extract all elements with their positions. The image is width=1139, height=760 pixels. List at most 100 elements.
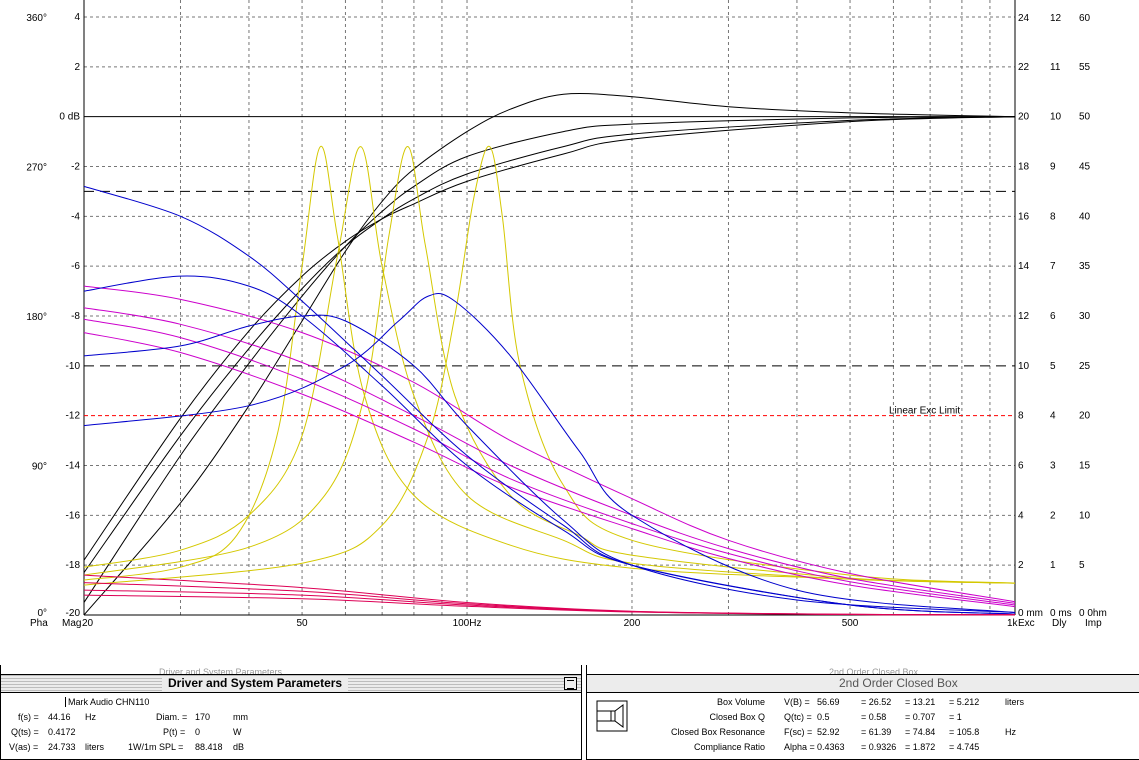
phase-curve-9 (83, 307, 1016, 604)
dly-tick-5: 7 (1050, 261, 1056, 272)
diam-label: Diam. = (156, 712, 188, 722)
driver-name-field[interactable]: Mark Audio CHN110 (65, 697, 149, 707)
dly-tick-4: 8 (1050, 211, 1056, 222)
vas-value[interactable]: 24.733 (48, 742, 76, 752)
pt-value[interactable]: 0 (195, 727, 200, 737)
dly-tick-3: 9 (1050, 162, 1056, 173)
exc-tick-6: 12 (1018, 311, 1030, 322)
fs-label: f(s) = (18, 712, 39, 722)
zoom-box-icon[interactable] (564, 677, 577, 690)
closed-box-speaker-icon (596, 700, 628, 732)
box-panel-titlebar[interactable]: 2nd Order Closed Box (587, 675, 1139, 693)
exc-tick-8: 8 (1018, 411, 1024, 422)
compliance-ratio-value-2[interactable]: = 0.9326 (861, 742, 896, 752)
pt-label: P(t) = (163, 727, 186, 737)
closed-box-resonance-value-2[interactable]: = 61.39 (861, 727, 891, 737)
qts-value[interactable]: 0.4172 (48, 727, 76, 737)
mag-tick-5: -6 (71, 261, 80, 272)
exc-tick-7: 10 (1018, 361, 1030, 372)
closed-box-resonance-value-3[interactable]: = 74.84 (905, 727, 935, 737)
magnitude-curve-1 (83, 116, 1016, 603)
excursion-curve-19 (83, 594, 1016, 616)
axis-tag-phase: Pha (30, 618, 48, 629)
impedance-curve-6 (83, 146, 1016, 584)
imp-tick-3: 45 (1079, 162, 1091, 173)
closed-box-q-value-2[interactable]: = 0.58 (861, 712, 886, 722)
driver-panel-title: Driver and System Parameters (162, 676, 349, 691)
closed-box-panel: 2nd Order Closed Box Box Volume V(B) = 5… (586, 674, 1139, 760)
exc-tick-4: 16 (1018, 211, 1030, 222)
imp-tick-9: 15 (1079, 461, 1091, 472)
delay-curve-12 (83, 314, 1016, 613)
imp-tick-0: 60 (1079, 13, 1091, 24)
frequency-response-plot[interactable]: Linear Exc Limit 4 2 0 dB -2 -4 -6 -8 -10 -12 -14 -… (0, 0, 1139, 665)
x-tick-0: 20 (82, 618, 94, 629)
closed-box-resonance-unit: Hz (1005, 727, 1016, 737)
mag-tick-7: -10 (66, 361, 81, 372)
dly-tick-11: 1 (1050, 560, 1056, 571)
dly-tick-10: 2 (1050, 510, 1056, 521)
imp-tick-7: 25 (1079, 361, 1091, 372)
delay-curve-13 (83, 293, 1016, 613)
driver-panel-titlebar[interactable]: Driver and System Parameters (1, 675, 581, 693)
mag-tick-0: 4 (74, 12, 80, 23)
dly-tick-2: 10 (1050, 112, 1062, 123)
diam-unit: mm (233, 712, 248, 722)
qts-label: Q(ts) = (11, 727, 39, 737)
closed-box-q-value-1[interactable]: 0.5 (817, 712, 830, 722)
mag-tick-9: -14 (66, 461, 81, 472)
linear-exc-limit-label: Linear Exc Limit (889, 406, 960, 417)
exc-tick-11: 2 (1018, 560, 1024, 571)
mag-tick-11: -18 (66, 560, 81, 571)
closed-box-resonance-value-1[interactable]: 52.92 (817, 727, 840, 737)
dly-tick-8: 4 (1050, 411, 1056, 422)
axis-tag-impedance: Imp (1085, 618, 1102, 629)
box-volume-value-3[interactable]: = 13.21 (905, 697, 935, 707)
x-tick-5: 1k (1007, 618, 1019, 629)
box-volume-label: Box Volume (716, 697, 765, 707)
phase-tick-3: 90° (32, 462, 47, 473)
imp-tick-10: 10 (1079, 510, 1091, 521)
axis-tag-delay: Dly (1052, 618, 1066, 629)
diam-value[interactable]: 170 (195, 712, 210, 722)
mag-tick-8: -12 (66, 411, 81, 422)
dly-tick-1: 11 (1050, 62, 1061, 73)
vas-label: V(as) = (9, 742, 39, 752)
phase-tick-0: 360° (26, 13, 47, 24)
exc-tick-5: 14 (1018, 261, 1030, 272)
compliance-ratio-value-4[interactable]: = 4.745 (949, 742, 979, 752)
dly-tick-0: 12 (1050, 13, 1062, 24)
pt-unit: W (233, 727, 242, 737)
closed-box-resonance-value-4[interactable]: = 105.8 (949, 727, 979, 737)
x-tick-3: 200 (624, 618, 641, 629)
x-tick-4: 500 (842, 618, 859, 629)
compliance-ratio-value-3[interactable]: = 1.872 (905, 742, 935, 752)
box-volume-sym: V(B) = (784, 697, 810, 707)
mag-tick-6: -8 (71, 311, 80, 322)
spl-unit: dB (233, 742, 245, 752)
imp-tick-8: 20 (1079, 411, 1091, 422)
phase-tick-2: 180° (26, 312, 47, 323)
fs-unit: Hz (85, 712, 96, 722)
spl-value[interactable]: 88.418 (195, 742, 223, 752)
exc-tick-3: 18 (1018, 162, 1030, 173)
closed-box-q-value-3[interactable]: = 0.707 (905, 712, 935, 722)
box-volume-value-1[interactable]: 56.69 (817, 697, 840, 707)
compliance-ratio-value-1[interactable]: 0.4363 (817, 742, 845, 752)
spl-label: 1W/1m SPL = (128, 742, 184, 752)
mag-tick-1: 2 (74, 62, 80, 73)
magnitude-curve-2 (83, 116, 1016, 573)
impedance-curve-5 (83, 146, 1016, 584)
mag-tick-4: -4 (71, 211, 80, 222)
magnitude-curve-0 (83, 92, 1016, 616)
box-volume-value-2[interactable]: = 26.52 (861, 697, 891, 707)
imp-tick-5: 35 (1079, 261, 1091, 272)
magnitude-curve-3 (83, 116, 1016, 561)
x-tick-2: 100Hz (453, 618, 482, 629)
box-volume-value-4[interactable]: = 5.212 (949, 697, 979, 707)
closed-box-q-value-4[interactable]: = 1 (949, 712, 962, 722)
box-panel-title: 2nd Order Closed Box (833, 676, 964, 691)
imp-tick-4: 40 (1079, 211, 1091, 222)
fs-value[interactable]: 44.16 (48, 712, 71, 722)
mag-tick-10: -16 (66, 510, 81, 521)
